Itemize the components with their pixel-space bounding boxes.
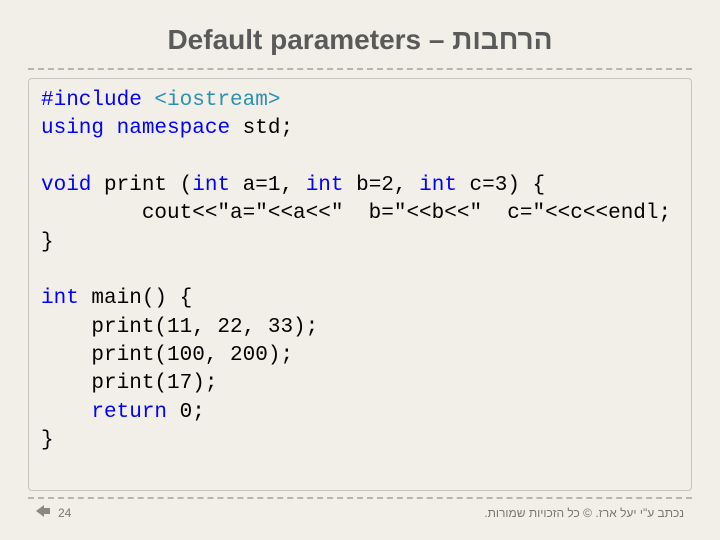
kw-int-c: int — [419, 174, 457, 197]
kw-namespace: namespace — [117, 117, 230, 140]
arrow-icon — [36, 505, 50, 520]
slide-container: Default parameters – הרחבות #include <io… — [0, 0, 720, 540]
title-english: Default parameters — [167, 24, 421, 55]
main-open: main() { — [79, 287, 192, 310]
kw-using: using — [41, 117, 104, 140]
footer-divider — [28, 497, 692, 499]
footer-left: 24 — [36, 505, 71, 520]
kw-void: void — [41, 174, 91, 197]
kw-int-b: int — [306, 174, 344, 197]
include-target: <iostream> — [142, 89, 281, 112]
kw-include: #include — [41, 89, 142, 112]
call-1: print(11, 22, 33); — [41, 316, 318, 339]
ns-std: std; — [230, 117, 293, 140]
return-val: 0; — [167, 401, 205, 424]
main-close: } — [41, 429, 54, 452]
fn-print-open: print ( — [91, 174, 192, 197]
code-block: #include <iostream> using namespace std;… — [28, 78, 692, 491]
slide-title: Default parameters – הרחבות — [28, 24, 692, 56]
call-3: print(17); — [41, 372, 217, 395]
return-indent — [41, 401, 91, 424]
footer-credit: נכתב ע"י יעל ארז. © כל הזכויות שמורות. — [484, 506, 684, 520]
cout-line: cout<<"a="<<a<<" b="<<b<<" c="<<c<<endl; — [41, 202, 671, 225]
print-close: } — [41, 231, 54, 254]
title-separator: – — [421, 24, 452, 55]
title-divider — [28, 68, 692, 70]
kw-return: return — [91, 401, 167, 424]
kw-int-a: int — [192, 174, 230, 197]
title-hebrew: הרחבות — [452, 24, 552, 55]
param-a: a=1, — [230, 174, 306, 197]
sp — [104, 117, 117, 140]
call-2: print(100, 200); — [41, 344, 293, 367]
footer-row: 24 נכתב ע"י יעל ארז. © כל הזכויות שמורות… — [28, 505, 692, 520]
kw-int-main: int — [41, 287, 79, 310]
param-b: b=2, — [344, 174, 420, 197]
param-c: c=3) { — [457, 174, 545, 197]
page-number: 24 — [58, 506, 71, 520]
